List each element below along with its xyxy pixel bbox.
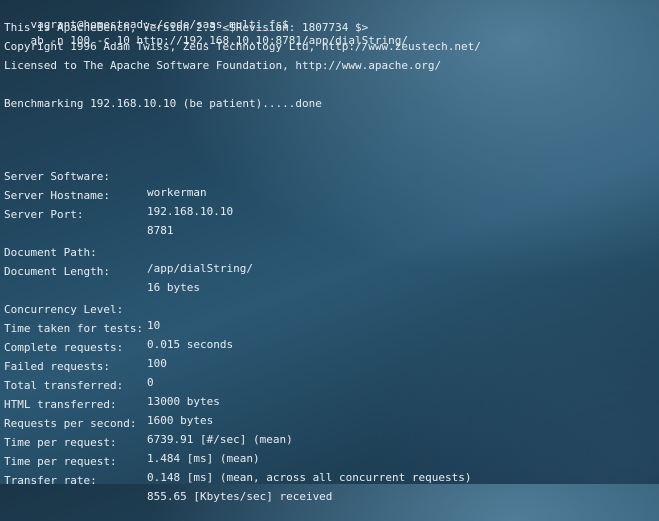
total-transferred-row: Total transferred: 13000 bytes	[4, 362, 644, 408]
server-software-row: Server Software: workerman	[4, 153, 644, 199]
row-key: Server Port:	[4, 208, 84, 221]
ab-version-line: This is ApacheBench, Version 2.3 <$Revis…	[4, 21, 369, 34]
complete-requests-row: Complete requests: 100	[4, 324, 644, 370]
document-path-row: Document Path: /app/dialString/	[4, 229, 644, 275]
server-port-row: Server Port: 8781	[4, 191, 644, 237]
server-hostname-row: Server Hostname: 192.168.10.10	[4, 172, 644, 218]
document-length-row: Document Length: 16 bytes	[4, 248, 644, 294]
benchmarking-line: Benchmarking 192.168.10.10 (be patient).…	[4, 97, 322, 110]
row-key: Document Length:	[4, 265, 110, 278]
license-line: Licensed to The Apache Software Foundati…	[4, 59, 442, 72]
time-per-request-concurrent-row: Time per request: 0.148 [ms] (mean, acro…	[4, 438, 644, 484]
requests-per-second-row: Requests per second: 6739.91 [#/sec] (me…	[4, 400, 644, 446]
row-value: 855.65 [Kbytes/sec] received	[147, 490, 333, 503]
failed-requests-row: Failed requests: 0	[4, 343, 644, 389]
row-key: Transfer rate:	[4, 474, 97, 487]
time-taken-row: Time taken for tests: 0.015 seconds	[4, 305, 644, 351]
command-line: vagrant@homestead:~/code/saas_multi_fs$ …	[4, 1, 409, 47]
terminal-window[interactable]: vagrant@homestead:~/code/saas_multi_fs$ …	[0, 0, 659, 503]
copyright-line: Copyright 1996 Adam Twiss, Zeus Technolo…	[4, 40, 481, 53]
time-per-request-mean-row: Time per request: 1.484 [ms] (mean)	[4, 419, 644, 465]
html-transferred-row: HTML transferred: 1600 bytes	[4, 381, 644, 427]
transfer-rate-row: Transfer rate: 855.65 [Kbytes/sec] recei…	[4, 457, 644, 503]
concurrency-level-row: Concurrency Level: 10	[4, 286, 644, 332]
